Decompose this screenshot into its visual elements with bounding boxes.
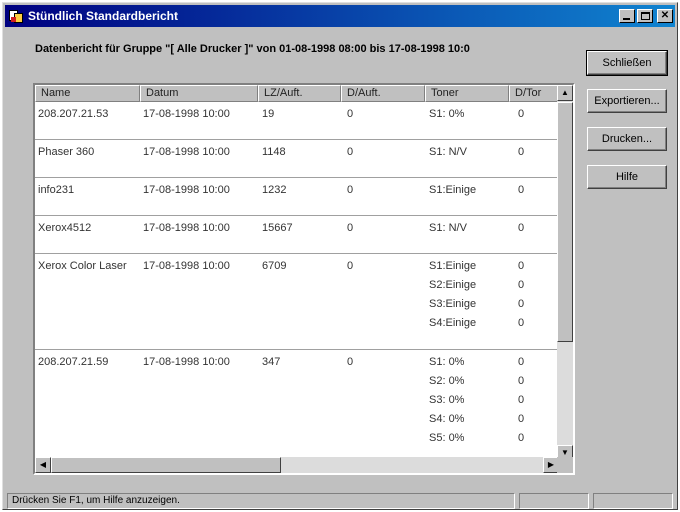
column-header-d[interactable]: D/Auft. [341,85,425,102]
minimize-icon [623,18,630,20]
arrow-left-icon: ◀ [39,460,47,469]
table-body: 208.207.21.53 17-08-1998 10:00 19 0 S1: … [35,102,559,460]
report-heading: Datenbericht für Gruppe "[ Alle Drucker … [35,43,470,55]
arrow-up-icon: ▲ [561,88,569,97]
status-text: Drücken Sie F1, um Hilfe anzuzeigen. [7,493,515,509]
dtor-value: 0 [518,356,525,368]
horizontal-scrollbar[interactable]: ◀ ▶ [35,457,559,473]
table-row[interactable]: info231 17-08-1998 10:00 1232 0 S1:Einig… [35,178,559,216]
cell-d: 0 [347,356,354,368]
cell-dtor-list: 0 0 0 0 0 [518,356,524,451]
cell-lz: 6709 [262,260,287,272]
horizontal-scroll-thumb[interactable] [51,457,281,473]
report-table[interactable]: Name Datum LZ/Auft. D/Auft. Toner D/Tor … [33,83,575,475]
vertical-scroll-thumb[interactable] [557,102,573,342]
vertical-scrollbar[interactable]: ▲ ▼ [557,85,573,461]
dtor-value: 0 [518,260,525,272]
close-icon: ✕ [660,10,670,21]
cell-dtor-list: 0 0 0 0 [518,260,524,336]
cell-toner-list: S1: 0% S2: 0% S3: 0% S4: 0% S5: 0% [429,356,464,451]
cell-name: info231 [38,184,75,196]
status-pane-3 [593,493,673,509]
toner-value: S4: 0% [429,413,465,425]
print-button[interactable]: Drucken... [587,127,667,151]
cell-name: Phaser 360 [38,146,95,158]
column-header-toner[interactable]: Toner [425,85,509,102]
cell-date: 17-08-1998 10:00 [143,222,230,234]
report-app-icon [8,8,24,24]
status-pane-2 [519,493,589,509]
cell-name: Xerox Color Laser [38,260,127,272]
cell-date: 17-08-1998 10:00 [143,108,230,120]
maximize-icon [641,12,650,20]
cell-d: 0 [347,184,354,196]
cell-d: 0 [347,108,354,120]
column-header-lz[interactable]: LZ/Auft. [258,85,341,102]
dtor-value: 0 [518,375,525,387]
table-row[interactable]: Phaser 360 17-08-1998 10:00 1148 0 S1: N… [35,140,559,178]
toner-value: S3:Einige [429,298,477,310]
export-button[interactable]: Exportieren... [587,89,667,113]
column-header-name[interactable]: Name [35,85,140,102]
cell-dtor: 0 [518,108,525,120]
cell-dtor: 0 [518,146,525,158]
toner-value: S3: 0% [429,394,465,406]
cell-d: 0 [347,146,354,158]
report-window: Stündlich Standardbericht ✕ Datenbericht… [2,2,678,510]
cell-name: 208.207.21.53 [38,108,109,120]
dtor-value: 0 [518,298,525,310]
cell-date: 17-08-1998 10:00 [143,260,230,272]
cell-lz: 347 [262,356,281,368]
status-bar: Drücken Sie F1, um Hilfe anzuzeigen. [7,493,675,509]
cell-name: 208.207.21.59 [38,356,109,368]
table-row[interactable]: 208.207.21.53 17-08-1998 10:00 19 0 S1: … [35,102,559,140]
cell-dtor: 0 [518,184,525,196]
dtor-value: 0 [518,317,525,329]
title-bar[interactable]: Stündlich Standardbericht ✕ [5,5,675,27]
scroll-up-button[interactable]: ▲ [557,85,573,101]
cell-lz: 1232 [262,184,287,196]
dtor-value: 0 [518,432,525,444]
table-row[interactable]: Xerox4512 17-08-1998 10:00 15667 0 S1: N… [35,216,559,254]
cell-d: 0 [347,260,354,272]
cell-toner: S1: 0% [429,108,465,120]
dtor-value: 0 [518,279,525,291]
close-button[interactable]: Schließen [586,50,668,76]
toner-value: S2: 0% [429,375,465,387]
cell-date: 17-08-1998 10:00 [143,146,230,158]
cell-name: Xerox4512 [38,222,92,234]
cell-toner: S1: N/V [429,146,467,158]
window-title: Stündlich Standardbericht [28,9,179,23]
cell-toner-list: S1:Einige S2:Einige S3:Einige S4:Einige [429,260,476,336]
arrow-down-icon: ▼ [561,448,569,457]
cell-d: 0 [347,222,354,234]
close-window-button[interactable]: ✕ [657,9,673,23]
toner-value: S5: 0% [429,432,465,444]
table-row[interactable]: 208.207.21.59 17-08-1998 10:00 347 0 S1:… [35,350,559,460]
scrollbar-corner [557,457,573,473]
dtor-value: 0 [518,394,525,406]
cell-toner: S1:Einige [429,184,477,196]
toner-value: S4:Einige [429,317,477,329]
table-header-row: Name Datum LZ/Auft. D/Auft. Toner D/Tor [35,85,559,102]
toner-value: S1: 0% [429,356,465,368]
cell-date: 17-08-1998 10:00 [143,356,230,368]
column-header-date[interactable]: Datum [140,85,258,102]
scroll-left-button[interactable]: ◀ [35,457,51,473]
toner-value: S2:Einige [429,279,477,291]
arrow-right-icon: ▶ [547,460,555,469]
minimize-button[interactable] [619,9,635,23]
cell-lz: 19 [262,108,275,120]
toner-value: S1:Einige [429,260,477,272]
cell-lz: 15667 [262,222,293,234]
maximize-button[interactable] [637,9,653,23]
column-header-dtor[interactable]: D/Tor [509,85,559,102]
cell-lz: 1148 [262,146,286,158]
cell-toner: S1: N/V [429,222,467,234]
cell-dtor: 0 [518,222,525,234]
dtor-value: 0 [518,413,525,425]
cell-date: 17-08-1998 10:00 [143,184,230,196]
table-row[interactable]: Xerox Color Laser 17-08-1998 10:00 6709 … [35,254,559,350]
help-button[interactable]: Hilfe [587,165,667,189]
